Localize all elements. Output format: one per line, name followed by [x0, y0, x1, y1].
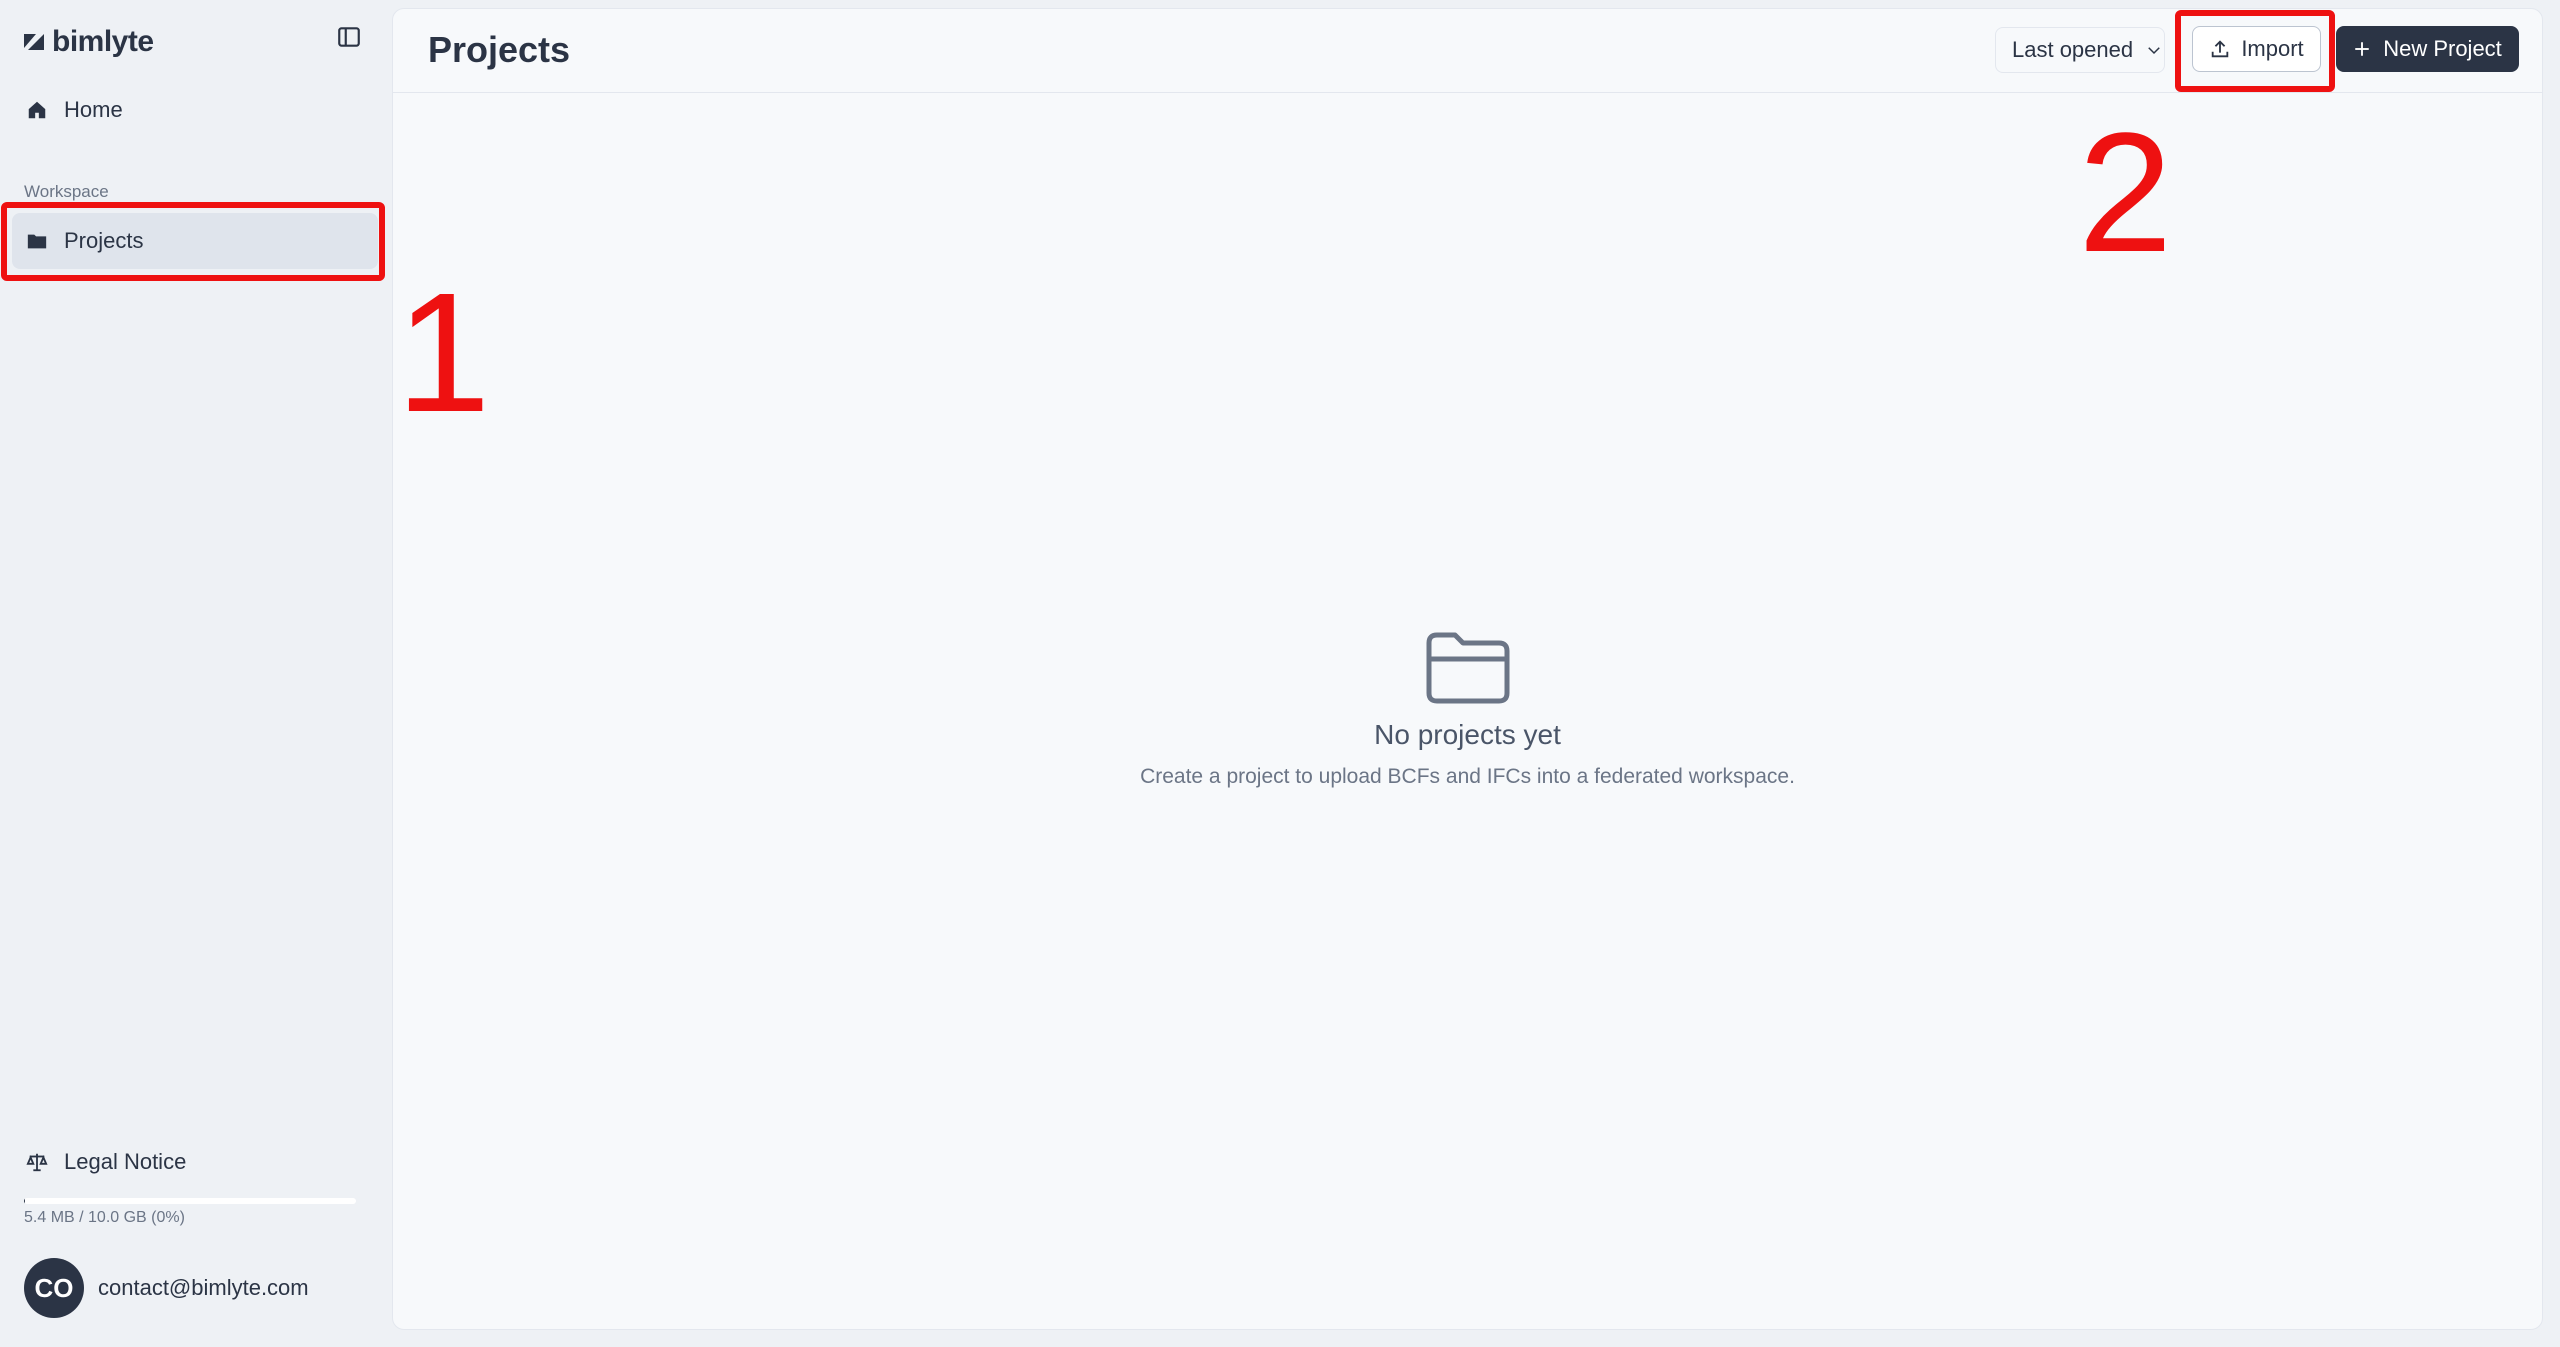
- storage-usage-text: 5.4 MB / 10.0 GB (0%): [24, 1209, 185, 1226]
- brand-name: bimlyte: [52, 25, 154, 58]
- import-button-label: Import: [2241, 36, 2304, 61]
- chevron-down-icon: [2148, 47, 2160, 55]
- brand-logo[interactable]: bimlyte: [22, 22, 154, 62]
- page-header: Projects Last opened Import New Project: [393, 9, 2542, 93]
- storage-progress-bar: [24, 1198, 356, 1204]
- sidebar: bimlyte Home Workspace Projects Legal No…: [0, 0, 388, 1347]
- sidebar-item-label: Projects: [64, 228, 144, 253]
- folder-open-icon: [1426, 632, 1509, 704]
- annotation-number-1: 1: [396, 258, 491, 448]
- page-title: Projects: [428, 29, 571, 70]
- import-button[interactable]: Import: [2192, 26, 2321, 72]
- empty-state: No projects yet Create a project to uplo…: [393, 629, 2542, 789]
- plus-icon: [2355, 42, 2369, 56]
- empty-state-subtitle: Create a project to upload BCFs and IFCs…: [1140, 765, 1795, 788]
- sidebar-item-label: Home: [64, 97, 123, 122]
- upload-icon: [2212, 40, 2229, 58]
- sidebar-toggle-icon[interactable]: [336, 24, 362, 50]
- user-menu[interactable]: CO contact@bimlyte.com: [24, 1258, 309, 1318]
- empty-state-title: No projects yet: [1374, 719, 1561, 750]
- sidebar-item-projects[interactable]: Projects: [12, 213, 378, 269]
- new-project-button[interactable]: New Project: [2336, 26, 2519, 72]
- section-label-workspace: Workspace: [24, 182, 109, 201]
- user-email: contact@bimlyte.com: [98, 1275, 309, 1300]
- main-panel: Projects Last opened Import New Project: [392, 8, 2543, 1330]
- annotation-number-2: 2: [2078, 98, 2173, 288]
- home-icon: [28, 101, 46, 119]
- sidebar-item-home[interactable]: Home: [12, 82, 378, 138]
- legal-notice-label: Legal Notice: [64, 1149, 187, 1174]
- avatar: CO: [24, 1258, 84, 1318]
- sort-select[interactable]: Last opened: [1995, 27, 2165, 73]
- legal-notice-link[interactable]: Legal Notice: [12, 1134, 378, 1190]
- folder-icon: [27, 234, 47, 249]
- scale-icon: [26, 1153, 48, 1172]
- new-project-button-label: New Project: [2383, 36, 2502, 61]
- sort-select-value: Last opened: [2012, 37, 2134, 62]
- bimlyte-logo-icon: [24, 34, 44, 50]
